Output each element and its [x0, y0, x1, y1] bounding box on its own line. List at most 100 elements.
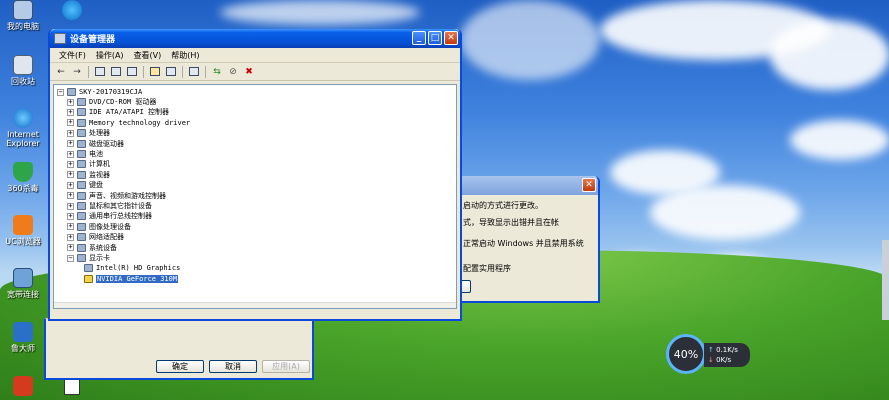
collapse-toggle[interactable]: − [67, 254, 74, 262]
tree-item[interactable]: + 电池 [67, 149, 103, 159]
system-device-icon [77, 243, 86, 252]
dialog-text-1: 启动的方式进行更改。 [463, 201, 543, 210]
update-driver-icon[interactable]: ⇆ [210, 65, 224, 79]
device-tree[interactable]: − SKY-20170319CJA + DVD/CD-ROM 驱动器 + IDE A… [53, 84, 457, 309]
expand-toggle[interactable]: + [67, 223, 74, 231]
toolbar-separator [88, 65, 89, 78]
desktop-icon-my-computer[interactable]: 我的电脑 [3, 0, 43, 31]
properties-sheet-icon[interactable] [164, 65, 178, 79]
processor-icon [77, 129, 86, 138]
system-properties-window: 确定 取消 应用(A) [44, 318, 314, 380]
tree-item[interactable]: + 系统设备 [67, 243, 117, 253]
expand-toggle[interactable]: + [67, 192, 74, 200]
tree-item[interactable]: + DVD/CD-ROM 驱动器 [67, 97, 156, 107]
tree-item[interactable]: + 图像处理设备 [67, 222, 131, 232]
menu-view[interactable]: 查看(V) [129, 50, 167, 61]
tree-item[interactable]: + 处理器 [67, 128, 110, 138]
tree-item-label: 声音、视频和游戏控制器 [89, 191, 166, 200]
desktop-icon-uc-browser[interactable]: UC浏览器 [3, 215, 43, 246]
menu-action[interactable]: 操作(A) [91, 50, 129, 61]
tree-item[interactable]: + 监视器 [67, 170, 110, 180]
expand-toggle[interactable]: + [67, 160, 74, 168]
tree-item[interactable]: + 磁盘驱动器 [67, 139, 124, 149]
tree-root[interactable]: − SKY-20170319CJA [57, 87, 142, 97]
expand-toggle[interactable]: + [67, 140, 74, 148]
tree-child-nvidia-graphics[interactable]: NVIDIA GeForce 310M [84, 274, 179, 284]
minimize-button[interactable]: _ [412, 31, 426, 45]
desktop-icon-recycle-bin[interactable]: 回收站 [3, 55, 43, 86]
help-icon[interactable] [148, 65, 162, 79]
menu-file[interactable]: 文件(F) [54, 50, 91, 61]
tree-item[interactable]: + 键盘 [67, 180, 103, 190]
desktop-icon-bottom-app[interactable] [3, 376, 43, 398]
tree-item[interactable]: + 网络适配器 [67, 232, 124, 242]
desktop-icon-ludashi[interactable]: 鲁大师 [3, 322, 43, 353]
close-button[interactable]: ✕ [444, 31, 458, 45]
expand-toggle[interactable]: + [67, 233, 74, 241]
desktop-icon-360-antivirus[interactable]: 360杀毒 [3, 162, 43, 193]
maximize-button[interactable]: □ [428, 31, 442, 45]
expand-toggle[interactable]: + [67, 202, 74, 210]
tree-item-label: 处理器 [89, 129, 110, 138]
download-speed: 0K/s [716, 356, 732, 364]
tree-item-display-adapters[interactable]: − 显示卡 [67, 253, 110, 263]
computer-icon [67, 88, 76, 96]
properties-icon[interactable] [93, 65, 107, 79]
desktop-icon-label: 我的电脑 [7, 22, 39, 31]
tree-child-intel-graphics[interactable]: Intel(R) HD Graphics [84, 263, 180, 273]
desktop-icon-internet-explorer[interactable]: Internet Explorer [3, 108, 43, 148]
expand-toggle[interactable]: + [67, 108, 74, 116]
disable-device-icon[interactable]: ⊘ [226, 65, 240, 79]
dialog-text-2: 式，导致显示出错并且在帐 [463, 218, 559, 227]
gauge-percent: 40% [673, 347, 699, 361]
window-titlebar[interactable]: 设备管理器 _ □ ✕ [50, 29, 460, 48]
net-gauge[interactable]: 40% [666, 334, 706, 374]
expand-toggle[interactable]: + [67, 212, 74, 220]
tree-view-icon[interactable] [109, 65, 123, 79]
tree-item[interactable]: + 通用串行总线控制器 [67, 211, 152, 221]
expand-toggle[interactable]: + [67, 119, 74, 127]
ok-button[interactable]: 确定 [156, 360, 204, 373]
desktop-icon-ie-top[interactable] [52, 0, 92, 22]
menu-help[interactable]: 帮助(H) [166, 50, 204, 61]
expand-toggle[interactable]: + [67, 129, 74, 137]
forward-arrow-icon[interactable]: → [70, 65, 84, 79]
expand-toggle[interactable]: + [67, 150, 74, 158]
expand-toggle[interactable]: + [67, 171, 74, 179]
tree-item[interactable]: + 声音、视频和游戏控制器 [67, 191, 166, 201]
tree-item-label: 图像处理设备 [89, 222, 131, 231]
taskbar-app-icon[interactable] [64, 379, 80, 395]
toolbar-separator [205, 65, 206, 78]
uninstall-device-icon[interactable]: ✖ [242, 65, 256, 79]
print-icon[interactable] [125, 65, 139, 79]
toolbar-separator [143, 65, 144, 78]
tree-item-label: 鼠标和其它指针设备 [89, 202, 152, 210]
tree-item[interactable]: + 计算机 [67, 159, 110, 169]
tree-item[interactable]: + Memory technology driver [67, 118, 190, 128]
shield-icon [13, 162, 33, 182]
expand-toggle[interactable]: + [67, 244, 74, 252]
collapse-toggle[interactable]: − [57, 88, 64, 96]
close-button[interactable]: ✕ [582, 178, 596, 192]
apply-button[interactable]: 应用(A) [262, 360, 310, 373]
window-title: 设备管理器 [70, 35, 116, 45]
cancel-button[interactable]: 取消 [209, 360, 257, 373]
scan-hardware-icon[interactable] [187, 65, 201, 79]
horizontal-scrollbar[interactable] [54, 302, 456, 308]
expand-toggle[interactable]: + [67, 181, 74, 189]
scrollbar-edge [882, 240, 889, 320]
ie-icon [62, 0, 82, 20]
tree-item-label: 显示卡 [89, 254, 110, 262]
desktop-icon-broadband[interactable]: 宽带连接 [3, 268, 43, 299]
computer-icon [77, 160, 86, 169]
back-arrow-icon[interactable]: ← [54, 65, 68, 79]
tree-item[interactable]: + IDE ATA/ATAPI 控制器 [67, 107, 169, 117]
ide-controller-icon [77, 108, 86, 117]
tree-item-label: DVD/CD-ROM 驱动器 [89, 98, 157, 106]
dialog-text-3: 正常启动 Windows 并且禁用系统 [463, 239, 584, 248]
cloud [220, 0, 420, 25]
tree-item[interactable]: + 鼠标和其它指针设备 [67, 201, 152, 211]
tree-item-label: 计算机 [89, 160, 110, 169]
expand-toggle[interactable]: + [67, 98, 74, 106]
desktop-icon-label: Internet Explorer [6, 130, 40, 148]
